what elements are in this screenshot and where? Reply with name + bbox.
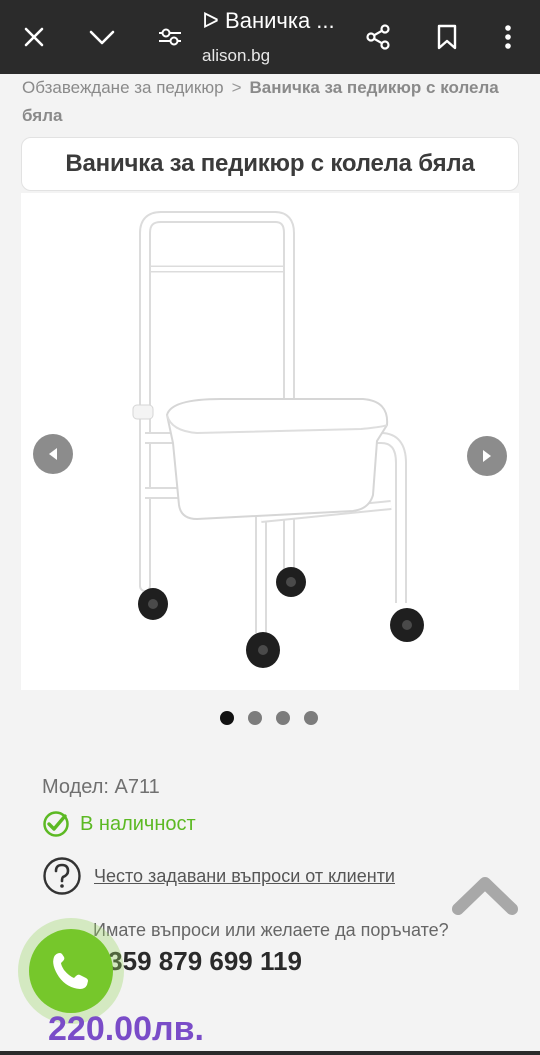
phone-number[interactable]: +359 879 699 119 [93, 946, 302, 977]
contact-question: Имате въпроси или желаете да поръчате? [93, 920, 449, 940]
tune-icon[interactable] [148, 0, 192, 74]
gallery-next-button[interactable] [467, 436, 507, 476]
question-circle-icon [43, 857, 81, 895]
bookmark-icon[interactable] [425, 0, 469, 74]
product-gallery[interactable] [21, 193, 519, 690]
stock-text: В наличност [80, 812, 196, 835]
arrow-left-icon [49, 448, 57, 460]
breadcrumb-separator: > [231, 78, 242, 97]
chevron-up-icon [452, 877, 518, 915]
breadcrumb: Обзавеждане за педикюр > Ваничка за педикю… [22, 74, 522, 130]
close-icon[interactable] [12, 0, 56, 74]
phone-icon [53, 953, 88, 989]
stock-status: В наличност [42, 810, 196, 838]
scroll-to-top-button[interactable] [452, 873, 518, 917]
check-circle-icon [43, 811, 69, 837]
arrow-right-icon [483, 450, 491, 462]
chevron-down-icon[interactable] [80, 0, 124, 74]
bottom-divider [0, 1051, 540, 1055]
gallery-prev-button[interactable] [33, 434, 73, 474]
faq-link[interactable]: Често задавани въпроси от клиенти [94, 866, 395, 887]
gallery-dot-2[interactable] [248, 711, 262, 725]
breadcrumb-parent-link[interactable]: Обзавеждане за педикюр [22, 78, 224, 97]
call-button[interactable] [18, 918, 124, 1024]
product-price: 220.00лв. [48, 1010, 204, 1048]
gallery-dot-1[interactable] [220, 711, 234, 725]
gallery-dot-4[interactable] [304, 711, 318, 725]
product-model: Модел: A711 [42, 776, 160, 798]
product-title: Ваничка за педикюр с колела бяла [65, 150, 475, 177]
share-icon[interactable] [356, 0, 400, 74]
product-title-box: Ваничка за педикюр с колела бяла [21, 137, 519, 191]
gallery-dot-3[interactable] [276, 711, 290, 725]
more-vert-icon[interactable] [488, 0, 528, 74]
faq-row: Често задавани въпроси от клиенти [42, 856, 395, 896]
tab-title[interactable]: ᐅ Ваничка ... [202, 8, 335, 34]
product-image [132, 211, 424, 668]
browser-toolbar: ᐅ Ваничка ... alison.bg [0, 0, 540, 74]
gallery-pagination [220, 711, 318, 725]
url-text[interactable]: alison.bg [202, 46, 270, 66]
